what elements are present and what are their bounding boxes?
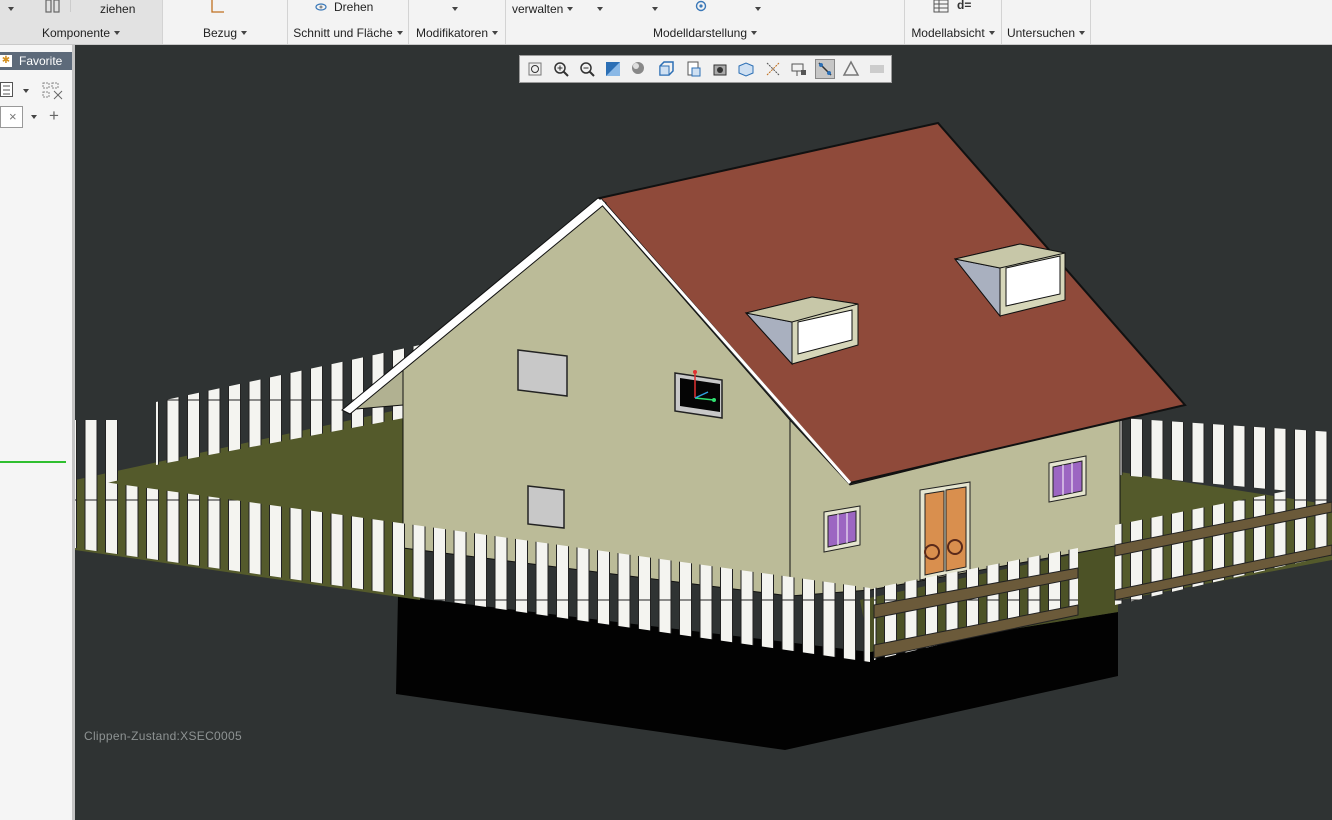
tree-view-icon[interactable] bbox=[0, 82, 14, 98]
relations-icon[interactable]: d= bbox=[957, 0, 971, 12]
group-modelldarstellung: verwalten Modelldarstellung bbox=[506, 0, 905, 44]
group-label-komponente[interactable]: Komponente bbox=[0, 26, 162, 40]
ziehen-label[interactable]: ziehen bbox=[100, 2, 135, 16]
chevron-down-icon bbox=[567, 7, 574, 11]
table-icon[interactable] bbox=[933, 0, 949, 14]
group-schnitt: Drehen Schnitt und Fläche bbox=[288, 0, 409, 44]
window-side-3 bbox=[527, 485, 565, 529]
chevron-down-icon[interactable] bbox=[652, 7, 658, 11]
verwalten-dropdown[interactable]: verwalten bbox=[512, 2, 574, 16]
group-komponente: ziehen Komponente bbox=[0, 0, 163, 44]
view-manager-icon[interactable] bbox=[683, 59, 703, 79]
clear-icon[interactable]: × bbox=[9, 109, 17, 124]
spin-center-icon[interactable] bbox=[736, 59, 756, 79]
refit-icon[interactable] bbox=[525, 59, 545, 79]
window-front-2 bbox=[1048, 455, 1087, 503]
appearance-icon[interactable] bbox=[841, 59, 861, 79]
repaint-icon[interactable] bbox=[603, 59, 623, 79]
chevron-down-icon[interactable] bbox=[597, 7, 603, 11]
window-side-1 bbox=[517, 349, 568, 397]
explode-icon[interactable] bbox=[692, 0, 710, 14]
ribbon-toolbar: ziehen Komponente Bezug Drehen Schnitt u… bbox=[0, 0, 1332, 45]
group-modifikatoren: Modifikatoren bbox=[409, 0, 506, 44]
saved-views-icon[interactable] bbox=[656, 59, 676, 79]
separator bbox=[70, 0, 71, 12]
zoom-in-icon[interactable] bbox=[551, 59, 571, 79]
section-toggle-icon[interactable] bbox=[815, 59, 835, 79]
group-label-modelldarstellung[interactable]: Modelldarstellung bbox=[506, 26, 904, 40]
perspective-icon[interactable] bbox=[710, 59, 730, 79]
add-icon[interactable]: + bbox=[49, 107, 59, 124]
group-label-modifikatoren[interactable]: Modifikatoren bbox=[409, 26, 505, 40]
chevron-down-icon[interactable] bbox=[755, 7, 761, 11]
revolve-icon[interactable] bbox=[314, 1, 328, 13]
datum-csys-icon[interactable] bbox=[208, 0, 228, 16]
house-model[interactable] bbox=[75, 45, 1332, 820]
chevron-down-icon[interactable] bbox=[31, 115, 37, 119]
group-label-schnitt[interactable]: Schnitt und Fläche bbox=[288, 26, 408, 40]
model-tree-panel: ✱ Favorite × + bbox=[0, 45, 75, 820]
group-modellabsicht: d= Modellabsicht bbox=[905, 0, 1002, 44]
display-style-icon[interactable] bbox=[629, 59, 649, 79]
favorites-tab[interactable]: ✱ Favorite bbox=[0, 52, 72, 70]
drag-components-icon[interactable] bbox=[44, 0, 62, 14]
simulation-icon[interactable] bbox=[867, 59, 887, 79]
window-front-1 bbox=[823, 505, 861, 553]
clip-state-label: Clippen-Zustand:XSEC0005 bbox=[84, 729, 242, 743]
front-door bbox=[919, 481, 971, 581]
group-label-untersuchen[interactable]: Untersuchen bbox=[1002, 26, 1090, 40]
filter-settings-icon[interactable] bbox=[42, 82, 64, 100]
star-icon: ✱ bbox=[0, 55, 12, 67]
search-input[interactable]: × bbox=[0, 106, 23, 128]
group-untersuchen: Untersuchen bbox=[1002, 0, 1091, 44]
graphics-toolbar bbox=[519, 55, 892, 83]
favorites-label: Favorite bbox=[19, 54, 63, 68]
graphics-window[interactable] bbox=[75, 45, 1332, 820]
group-bezug: Bezug bbox=[163, 0, 288, 44]
drehen-label[interactable]: Drehen bbox=[334, 0, 373, 14]
datum-display-icon[interactable] bbox=[763, 59, 783, 79]
zoom-out-icon[interactable] bbox=[577, 59, 597, 79]
tree-selection-marker bbox=[0, 461, 66, 463]
chevron-down-icon[interactable] bbox=[23, 89, 29, 93]
chevron-down-icon[interactable] bbox=[8, 7, 14, 11]
annotation-display-icon[interactable] bbox=[789, 59, 809, 79]
group-label-bezug[interactable]: Bezug bbox=[163, 26, 287, 40]
verwalten-label: verwalten bbox=[512, 2, 564, 16]
group-label-modellabsicht[interactable]: Modellabsicht bbox=[905, 26, 1001, 40]
chevron-down-icon[interactable] bbox=[452, 7, 458, 11]
